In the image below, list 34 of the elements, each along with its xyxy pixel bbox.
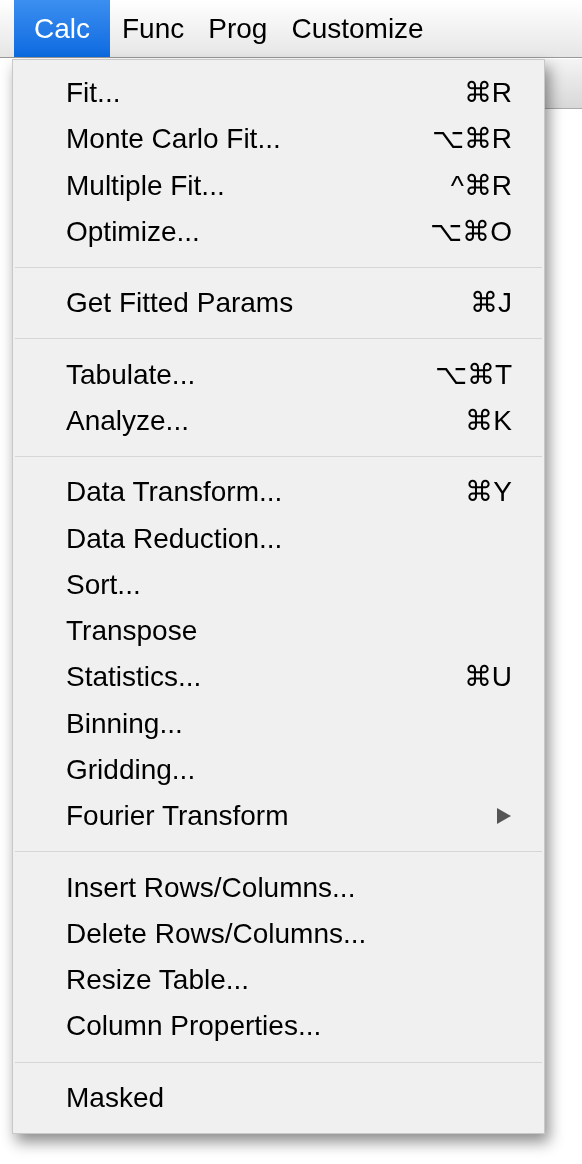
menu-item[interactable]: Fit... ⌘R [13, 70, 544, 117]
menu-item[interactable]: Multiple Fit... ^⌘R [13, 162, 544, 209]
menu-item[interactable]: Tabulate... ⌥⌘T [13, 351, 544, 398]
menu-item[interactable]: Insert Rows/Columns... [13, 864, 544, 911]
menu-item[interactable]: Binning... [13, 700, 544, 747]
shortcut-label: ⌘R [463, 76, 512, 111]
menu-item[interactable]: Statistics... ⌘U [13, 654, 544, 701]
shortcut-label: ^⌘R [450, 168, 512, 203]
menu-item[interactable]: Resize Table... [13, 957, 544, 1004]
menu-item[interactable]: Get Fitted Params ⌘J [13, 280, 544, 327]
shortcut-label: ⌥⌘R [431, 122, 512, 157]
menu-item[interactable]: Optimize... ⌥⌘O [13, 208, 544, 256]
shortcut-label: ⌘J [470, 286, 512, 321]
menu-item[interactable]: Gridding... [13, 746, 544, 794]
shortcut-label: ⌘U [463, 660, 512, 695]
shortcut-label: ⌥⌘O [430, 215, 512, 250]
menu-item[interactable]: Data Reduction... [13, 515, 544, 562]
shortcut-label: ⌘Y [465, 475, 512, 510]
menu-item[interactable]: Fourier Transform [13, 793, 544, 840]
menu-item[interactable]: Column Properties... [13, 1003, 544, 1050]
menu-bar-item[interactable]: Customize [279, 0, 436, 57]
menu-item[interactable]: Monte Carlo Fit... ⌥⌘R [13, 116, 544, 163]
menu-item[interactable]: Masked [13, 1074, 544, 1121]
menu-bar-item[interactable]: Prog [196, 0, 280, 57]
menu-item[interactable]: Sort... [13, 561, 544, 608]
submenu-arrow-icon [496, 807, 512, 826]
menu-item[interactable]: Analyze... ⌘K [13, 397, 544, 445]
shortcut-label: ⌘K [465, 403, 512, 438]
menu-item[interactable]: Transpose [13, 607, 544, 655]
menu-bar-item[interactable]: Calc [14, 0, 110, 57]
menu-item[interactable]: Data Transform... ⌘Y [13, 469, 544, 516]
menu-bar-item[interactable]: Func [110, 0, 197, 57]
menu-item[interactable]: Delete Rows/Columns... [13, 910, 544, 958]
shortcut-label: ⌥⌘T [434, 357, 512, 392]
